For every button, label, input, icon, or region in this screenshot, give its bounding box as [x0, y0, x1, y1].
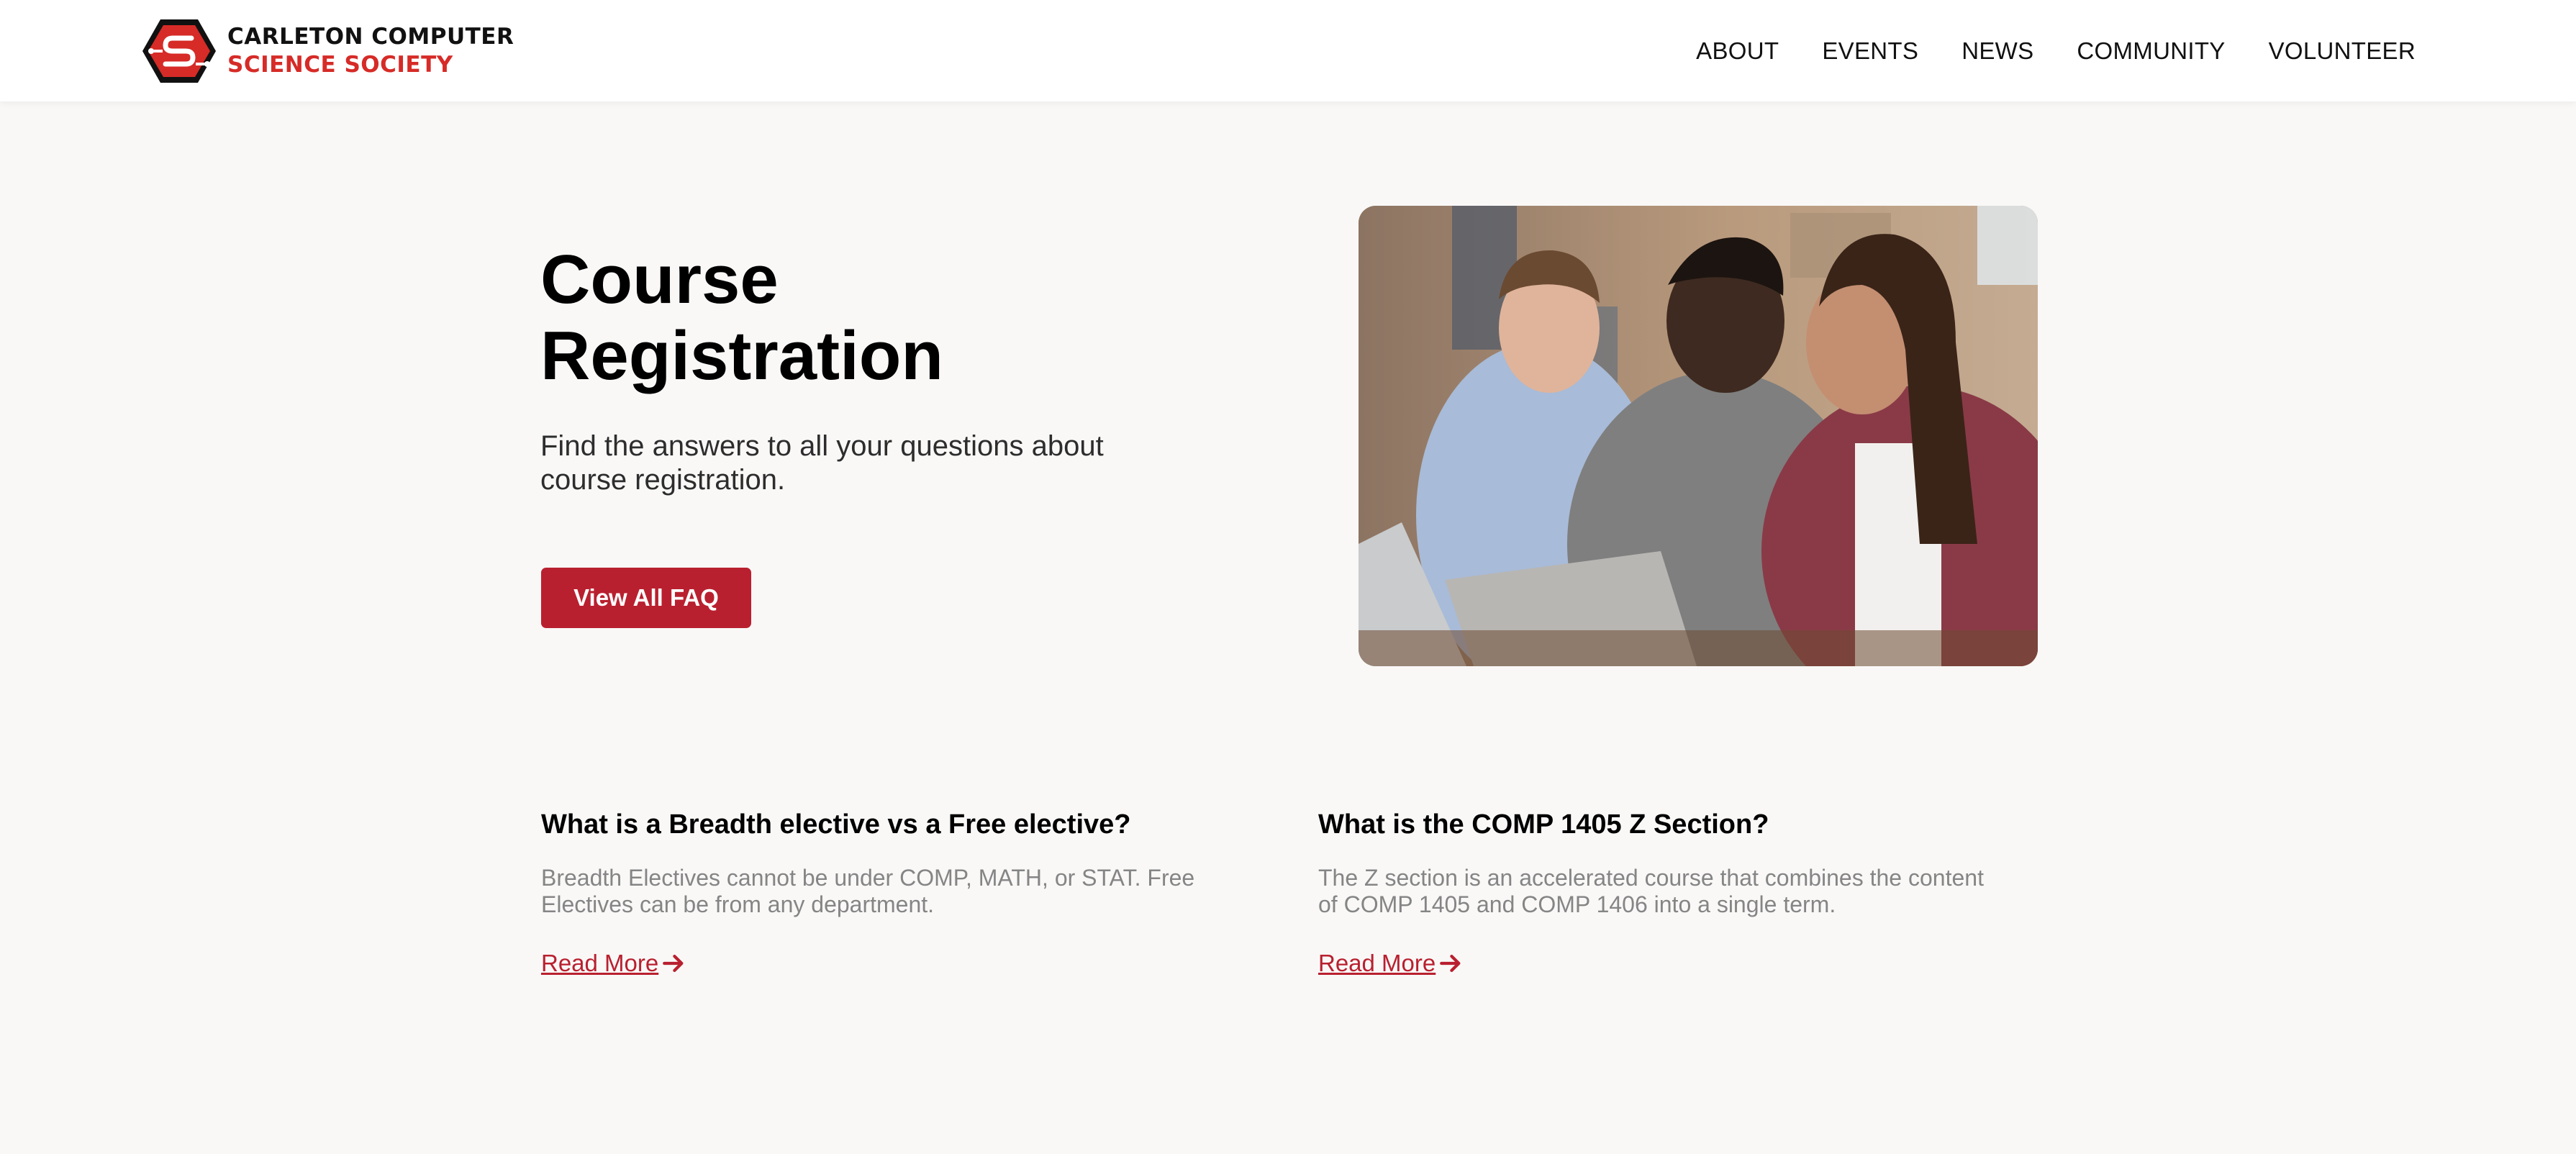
faq-answer: Breadth Electives cannot be under COMP, …: [541, 865, 1195, 917]
faq-card-breadth-elective: What is a Breadth elective vs a Free ele…: [541, 807, 1232, 977]
logo-wordmark: CARLETON COMPUTER SCIENCE SOCIETY: [227, 23, 514, 79]
students-photo-illustration: [1359, 206, 2038, 666]
nav-link-volunteer[interactable]: VOLUNTEER: [2269, 37, 2416, 65]
view-all-faq-button[interactable]: View All FAQ: [541, 568, 751, 628]
arrow-right-icon: [1440, 954, 1461, 973]
logo-line-2: SCIENCE SOCIETY: [227, 52, 453, 78]
faq-answer: The Z section is an accelerated course t…: [1318, 865, 1984, 917]
hero-photo-students: [1359, 206, 2038, 666]
logo-line-1: CARLETON COMPUTER: [227, 24, 514, 50]
faq-question: What is the COMP 1405 Z Section?: [1318, 809, 1769, 840]
read-more-label: Read More: [1318, 950, 1436, 976]
cs-hexagon-logo-icon: [142, 19, 216, 83]
nav-link-events[interactable]: EVENTS: [1822, 37, 1918, 65]
read-more-label: Read More: [541, 950, 659, 976]
faq-question: What is a Breadth elective vs a Free ele…: [541, 809, 1131, 840]
site-logo-link[interactable]: CARLETON COMPUTER SCIENCE SOCIETY: [141, 17, 514, 85]
page-title: Course Registration: [540, 241, 944, 394]
nav-link-about[interactable]: ABOUT: [1696, 37, 1779, 65]
read-more-link[interactable]: Read More: [1318, 950, 1463, 977]
nav-link-news[interactable]: NEWS: [1962, 37, 2033, 65]
read-more-link[interactable]: Read More: [541, 950, 686, 977]
top-navbar: CARLETON COMPUTER SCIENCE SOCIETY ABOUT …: [0, 0, 2576, 101]
page-subtitle: Find the answers to all your questions a…: [540, 430, 1104, 496]
arrow-right-icon: [663, 954, 684, 973]
faq-card-comp1405-z: What is the COMP 1405 Z Section? The Z s…: [1318, 807, 2009, 977]
nav-link-community[interactable]: COMMUNITY: [2077, 37, 2225, 65]
main-nav: ABOUT EVENTS NEWS COMMUNITY VOLUNTEER: [1696, 0, 2416, 101]
